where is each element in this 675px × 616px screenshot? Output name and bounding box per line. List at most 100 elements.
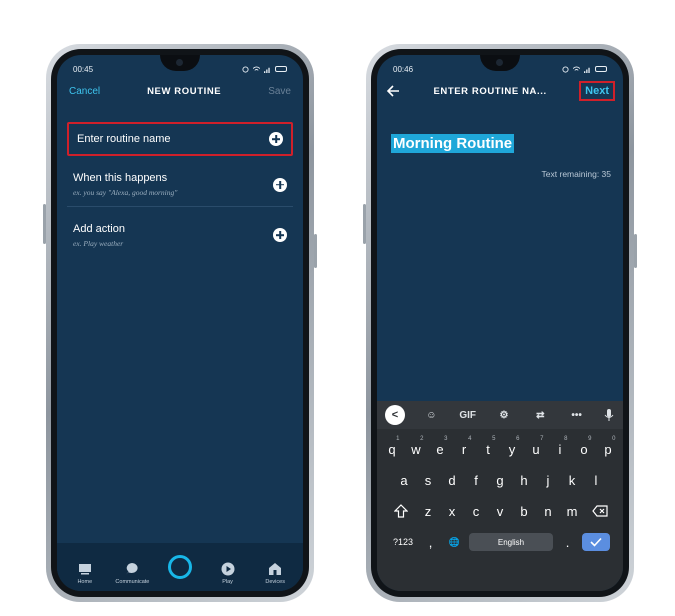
key-v[interactable]: v (491, 500, 510, 522)
nav-communicate-label: Communicate (115, 579, 150, 585)
key-p[interactable]: p0 (599, 436, 618, 460)
add-name-plus-icon[interactable] (269, 132, 283, 146)
shift-key[interactable] (388, 500, 414, 522)
status-time: 00:46 (393, 64, 414, 74)
key-letter: u (532, 441, 540, 457)
key-u[interactable]: u7 (527, 436, 546, 460)
key-n[interactable]: n (539, 500, 558, 522)
key-d[interactable]: d (443, 469, 462, 491)
key-h[interactable]: h (515, 469, 534, 491)
keyboard-collapse-button[interactable]: < (385, 405, 405, 425)
enter-key[interactable] (582, 533, 610, 551)
key-letter: o (580, 441, 588, 457)
add-action-plus-icon[interactable] (273, 228, 287, 242)
key-row-3: zxcvbnm (377, 500, 623, 522)
key-l[interactable]: l (587, 469, 606, 491)
key-f[interactable]: f (467, 469, 486, 491)
key-number-hint: 9 (588, 436, 592, 442)
key-a[interactable]: a (395, 469, 414, 491)
nav-devices-label: Devices (265, 579, 285, 585)
key-row-4: ?123 , 🌐 English . (377, 531, 623, 553)
letter-keys: zxcvbnm (419, 500, 582, 522)
key-t[interactable]: t5 (479, 436, 498, 460)
nav-alexa[interactable] (158, 555, 202, 585)
key-number-hint: 1 (396, 436, 400, 442)
action-example: ex. Play weather (73, 238, 124, 248)
key-r[interactable]: r4 (455, 436, 474, 460)
more-icon[interactable]: ••• (567, 410, 587, 421)
key-o[interactable]: o9 (575, 436, 594, 460)
key-m[interactable]: m (563, 500, 582, 522)
cancel-button[interactable]: Cancel (69, 86, 100, 97)
key-k[interactable]: k (563, 469, 582, 491)
key-z[interactable]: z (419, 500, 438, 522)
sticker-icon[interactable]: ☺ (421, 410, 441, 421)
globe-icon[interactable]: 🌐 (445, 531, 464, 553)
action-text: Add action ex. Play weather (73, 223, 125, 248)
trigger-text: When this happens ex. you say "Alexa, go… (73, 172, 177, 197)
status-time: 00:45 (73, 64, 94, 74)
right-screen: 00:46 ENTER ROUTINE NA... Next Morning R… (377, 55, 623, 591)
key-x[interactable]: x (443, 500, 462, 522)
space-key[interactable]: English (469, 533, 553, 551)
comma-key[interactable]: , (421, 531, 440, 553)
text-remaining: Text remaining: 35 (541, 169, 611, 179)
volume-button (43, 204, 46, 244)
right-phone: 00:46 ENTER ROUTINE NA... Next Morning R… (363, 44, 637, 602)
symbols-key[interactable]: ?123 (390, 531, 416, 553)
key-letter: i (558, 441, 562, 457)
key-g[interactable]: g (491, 469, 510, 491)
key-number-hint: 7 (540, 436, 544, 442)
next-button[interactable]: Next (579, 81, 615, 101)
shift-icon (393, 504, 408, 518)
backspace-key[interactable] (587, 500, 613, 522)
key-letter: t (486, 441, 490, 457)
nav-devices[interactable]: Devices (253, 562, 297, 585)
add-trigger-plus-icon[interactable] (273, 177, 287, 192)
key-number-hint: 3 (444, 436, 448, 442)
key-w[interactable]: w2 (407, 436, 426, 460)
key-number-hint: 6 (516, 436, 520, 442)
period-key[interactable]: . (558, 531, 577, 553)
nav-play[interactable]: Play (206, 562, 250, 585)
nav-home[interactable]: Home (63, 562, 107, 585)
status-icons (562, 65, 607, 73)
battery-icon (595, 66, 607, 72)
key-number-hint: 4 (468, 436, 472, 442)
action-row[interactable]: Add action ex. Play weather (67, 213, 293, 257)
key-c[interactable]: c (467, 500, 486, 522)
nav-communicate[interactable]: Communicate (110, 562, 154, 585)
key-number-hint: 0 (612, 436, 616, 442)
trigger-row[interactable]: When this happens ex. you say "Alexa, go… (67, 163, 293, 207)
battery-icon (275, 66, 287, 72)
key-e[interactable]: e3 (431, 436, 450, 460)
key-q[interactable]: q1 (383, 436, 402, 460)
gif-button[interactable]: GIF (458, 410, 478, 421)
mic-icon[interactable] (603, 408, 615, 422)
trigger-label: When this happens (73, 172, 168, 184)
routine-name-label: Enter routine name (77, 133, 171, 145)
key-y[interactable]: y6 (503, 436, 522, 460)
chat-bubble-icon (126, 563, 138, 575)
alexa-ring-icon[interactable] (167, 555, 192, 579)
signal-icon (264, 67, 270, 73)
bottom-nav: Home Communicate Play Devices (57, 543, 303, 591)
key-j[interactable]: j (539, 469, 558, 491)
phone-bezel: 00:46 ENTER ROUTINE NA... Next Morning R… (371, 49, 629, 597)
action-label: Add action (73, 222, 125, 235)
keyboard-toolbar: < ☺ GIF ⚙ ⇄ ••• (377, 401, 623, 429)
key-b[interactable]: b (515, 500, 534, 522)
key-i[interactable]: i8 (551, 436, 570, 460)
nav-play-label: Play (222, 579, 233, 585)
key-letter: q (388, 441, 396, 457)
key-letter: w (411, 441, 421, 457)
translate-icon[interactable]: ⇄ (530, 410, 550, 421)
settings-icon[interactable]: ⚙ (494, 410, 514, 421)
arrow-left-icon[interactable] (385, 83, 401, 99)
routine-name-input[interactable]: Morning Routine (391, 134, 515, 153)
page-title: ENTER ROUTINE NA... (433, 85, 547, 97)
routine-name-row[interactable]: Enter routine name (67, 122, 293, 156)
key-s[interactable]: s (419, 469, 438, 491)
save-button[interactable]: Save (268, 86, 291, 97)
phone-bezel: 00:45 Cancel NEW ROUTINE Save Enter rout… (51, 49, 309, 597)
